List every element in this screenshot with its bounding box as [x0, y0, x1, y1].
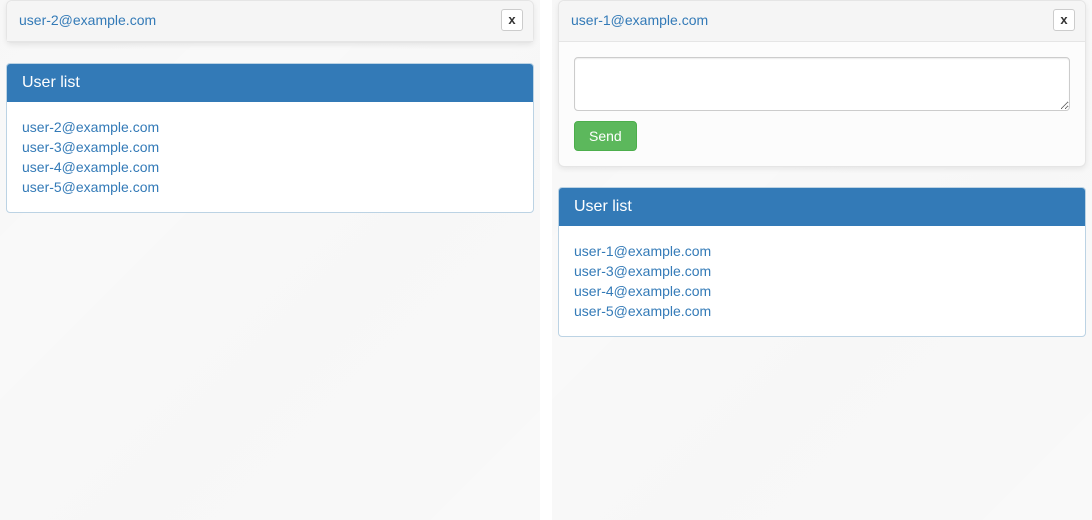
user-list-item[interactable]: user-3@example.com — [574, 261, 1070, 281]
user-list-item[interactable]: user-1@example.com — [574, 241, 1070, 261]
chat-modal-body: Send — [559, 42, 1085, 166]
chat-modal-header: user-2@example.com x — [7, 1, 533, 42]
chat-modal: user-1@example.com x Send — [558, 0, 1086, 167]
user-list-panel: User list user-2@example.com user-3@exam… — [6, 63, 534, 213]
close-button[interactable]: x — [501, 9, 523, 31]
user-list-item[interactable]: user-3@example.com — [22, 137, 518, 157]
chat-modal-header: user-1@example.com x — [559, 1, 1085, 42]
user-list-heading: User list — [7, 64, 533, 102]
user-list-item[interactable]: user-4@example.com — [574, 281, 1070, 301]
user-list-body: user-2@example.com user-3@example.com us… — [7, 102, 533, 212]
right-pane: user-1@example.com x Send User list user… — [552, 0, 1092, 520]
left-pane: user-2@example.com x User list user-2@ex… — [0, 0, 540, 520]
chat-modal: user-2@example.com x — [6, 0, 534, 43]
chat-recipient-link[interactable]: user-2@example.com — [19, 12, 156, 28]
send-button[interactable]: Send — [574, 121, 637, 151]
user-list-body: user-1@example.com user-3@example.com us… — [559, 226, 1085, 336]
chat-recipient-link[interactable]: user-1@example.com — [571, 12, 708, 28]
user-list-panel: User list user-1@example.com user-3@exam… — [558, 187, 1086, 337]
user-list-item[interactable]: user-4@example.com — [22, 157, 518, 177]
user-list-item[interactable]: user-5@example.com — [22, 177, 518, 197]
close-button[interactable]: x — [1053, 9, 1075, 31]
user-list-heading: User list — [559, 188, 1085, 226]
user-list-item[interactable]: user-5@example.com — [574, 301, 1070, 321]
message-input[interactable] — [574, 57, 1070, 111]
user-list-item[interactable]: user-2@example.com — [22, 117, 518, 137]
